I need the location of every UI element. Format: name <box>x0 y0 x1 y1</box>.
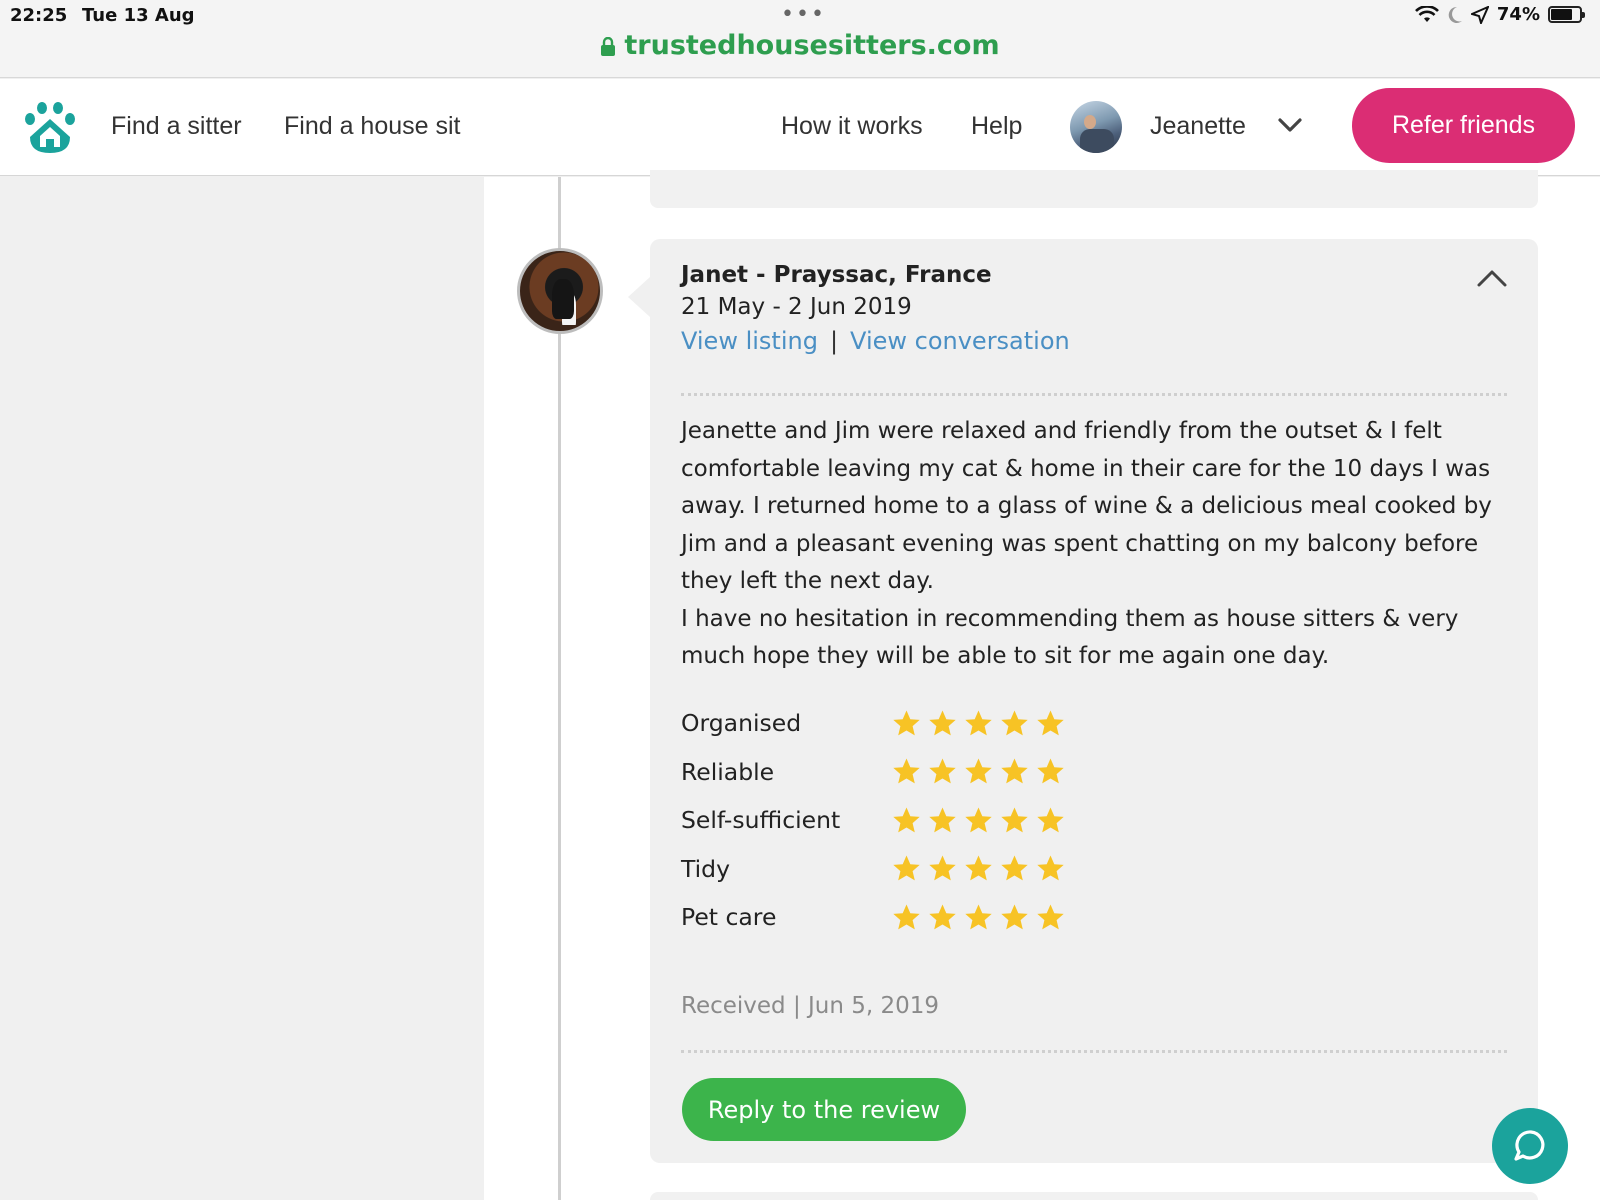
review-paragraph: Jeanette and Jim were relaxed and friend… <box>681 418 1492 594</box>
star-icon <box>1001 710 1028 736</box>
star-rating <box>892 854 1065 883</box>
star-icon <box>1037 855 1064 881</box>
next-review-card <box>650 1192 1538 1200</box>
battery-icon <box>1548 6 1585 23</box>
star-icon <box>893 807 920 833</box>
star-icon <box>929 710 956 736</box>
star-icon <box>929 855 956 881</box>
lock-icon <box>601 36 616 56</box>
star-icon <box>965 710 992 736</box>
star-icon <box>965 904 992 930</box>
star-rating <box>892 709 1065 738</box>
review-links: View listing | View conversation <box>681 327 1070 355</box>
rating-label: Tidy <box>681 854 730 883</box>
star-icon <box>929 904 956 930</box>
star-icon <box>1001 807 1028 833</box>
moon-icon <box>1448 6 1462 23</box>
rating-row: Reliable <box>681 748 1181 797</box>
site-header: Find a sitter Find a house sit How it wo… <box>0 79 1600 176</box>
star-icon <box>893 855 920 881</box>
star-icon <box>1001 758 1028 784</box>
view-conversation-link[interactable]: View conversation <box>850 327 1070 355</box>
star-icon <box>965 855 992 881</box>
multitask-dots[interactable]: ••• <box>781 2 826 27</box>
status-indicators: 74% <box>1414 4 1585 25</box>
divider <box>681 1050 1507 1053</box>
rating-row: Self-sufficient <box>681 796 1181 845</box>
star-icon <box>1037 710 1064 736</box>
chat-button[interactable] <box>1492 1108 1568 1184</box>
user-name[interactable]: Jeanette <box>1150 112 1246 141</box>
rating-label: Pet care <box>681 903 777 932</box>
status-time: 22:25 <box>10 5 68 26</box>
rating-label: Self-sufficient <box>681 806 841 835</box>
star-icon <box>893 710 920 736</box>
divider <box>681 393 1507 396</box>
star-rating <box>892 757 1065 786</box>
location-arrow-icon <box>1470 5 1489 24</box>
star-icon <box>929 807 956 833</box>
link-separator: | <box>829 327 839 355</box>
previous-review-card <box>650 170 1538 208</box>
chevron-down-icon[interactable] <box>1277 115 1303 135</box>
wifi-icon <box>1414 5 1439 22</box>
reviewer-avatar <box>517 248 603 334</box>
address-bar[interactable]: trustedhousesitters.com <box>0 30 1600 61</box>
url-text: trustedhousesitters.com <box>624 30 1000 61</box>
star-icon <box>965 807 992 833</box>
received-date: Received | Jun 5, 2019 <box>681 993 940 1019</box>
review-body: Jeanette and Jim were relaxed and friend… <box>681 413 1507 676</box>
chat-bubble-icon <box>1514 1130 1545 1161</box>
user-avatar[interactable] <box>1070 101 1122 153</box>
rating-label: Organised <box>681 709 802 738</box>
nav-find-sitter[interactable]: Find a sitter <box>111 112 242 141</box>
star-rating <box>892 806 1065 835</box>
star-icon <box>1037 758 1064 784</box>
star-icon <box>1001 855 1028 881</box>
rating-label: Reliable <box>681 757 775 786</box>
nav-help[interactable]: Help <box>971 112 1022 141</box>
status-date: Tue 13 Aug <box>82 5 195 26</box>
star-icon <box>929 758 956 784</box>
review-paragraph: I have no hesitation in recommending the… <box>681 605 1459 670</box>
rating-row: Organised <box>681 699 1181 748</box>
view-listing-link[interactable]: View listing <box>681 327 818 355</box>
star-icon <box>1037 807 1064 833</box>
review-dates: 21 May - 2 Jun 2019 <box>681 294 912 320</box>
review-card: Janet - Prayssac, France 21 May - 2 Jun … <box>628 239 1538 1163</box>
reply-to-review-button[interactable]: Reply to the review <box>682 1078 966 1141</box>
status-bar: 22:25 Tue 13 Aug ••• 74% trustedhousesit… <box>0 0 1600 78</box>
paw-house-logo-icon[interactable] <box>22 101 78 155</box>
refer-friends-button[interactable]: Refer friends <box>1352 88 1575 163</box>
star-icon <box>893 904 920 930</box>
nav-how-it-works[interactable]: How it works <box>781 112 923 141</box>
star-icon <box>893 758 920 784</box>
star-rating <box>892 903 1065 932</box>
battery-percent: 74% <box>1496 4 1540 25</box>
star-icon <box>965 758 992 784</box>
ratings-list: Organised Reliable Self-sufficient Tidy Pet … <box>681 699 1181 942</box>
rating-row: Pet care <box>681 893 1181 942</box>
nav-find-house-sit[interactable]: Find a house sit <box>284 112 461 141</box>
star-icon <box>1001 904 1028 930</box>
chevron-up-icon[interactable] <box>1476 267 1508 289</box>
star-icon <box>1037 904 1064 930</box>
rating-row: Tidy <box>681 845 1181 894</box>
review-title: Janet - Prayssac, France <box>681 262 992 288</box>
